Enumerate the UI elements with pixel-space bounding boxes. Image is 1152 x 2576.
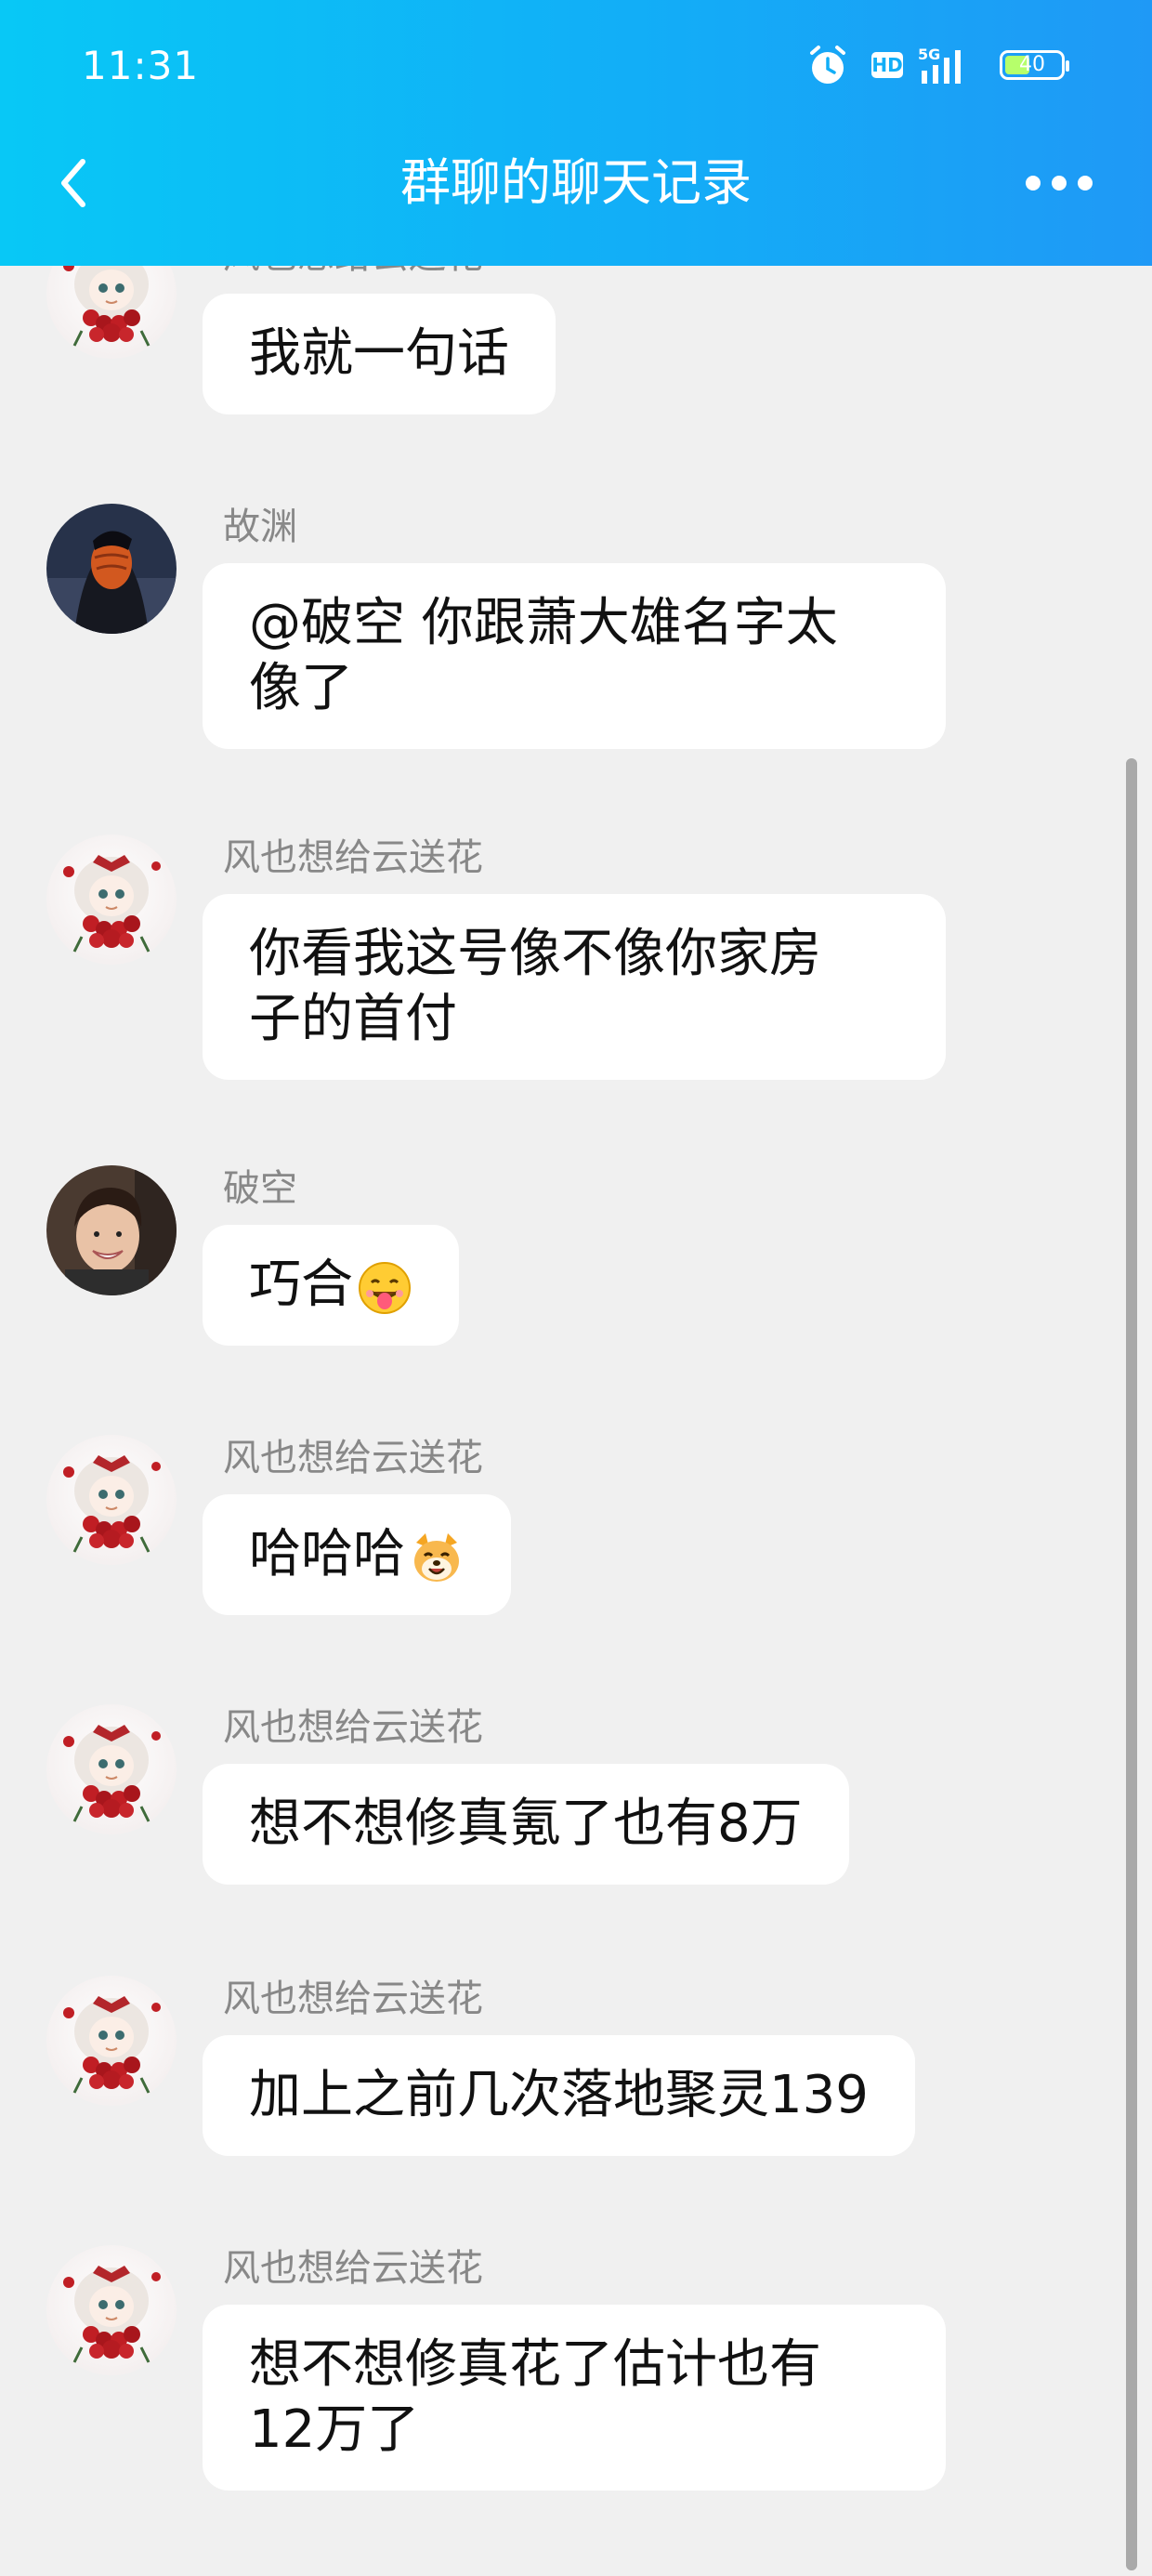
message-bubble[interactable]: 加上之前几次落地聚灵139 bbox=[203, 2035, 915, 2156]
chat-history[interactable]: 风也想给云送花 我就一句话 故渊 @破空 你跟萧大雄名字太 像了 风也想给云送花… bbox=[0, 266, 1152, 2576]
sender-name: 风也想给云送花 bbox=[223, 1978, 483, 2020]
avatar[interactable] bbox=[46, 504, 177, 634]
battery-icon: 40 bbox=[1000, 50, 1069, 80]
alarm-icon bbox=[810, 46, 845, 84]
message-bubble[interactable]: @破空 你跟萧大雄名字太 像了 bbox=[203, 563, 946, 749]
app-header: 11:31 HD 5G 40 群聊的聊天记录 bbox=[0, 0, 1152, 266]
avatar[interactable] bbox=[46, 1165, 177, 1295]
message-bubble[interactable]: 想不想修真氪了也有8万 bbox=[203, 1764, 849, 1885]
scrollbar-thumb[interactable] bbox=[1126, 758, 1137, 2570]
sender-name: 风也想给云送花 bbox=[223, 1437, 483, 1479]
message-bubble[interactable]: 想不想修真花了估计也有 12万了 bbox=[203, 2305, 946, 2491]
avatar[interactable] bbox=[46, 1704, 177, 1834]
avatar[interactable] bbox=[46, 266, 177, 359]
battery-level: 40 bbox=[1019, 53, 1045, 76]
sender-name: 破空 bbox=[223, 1167, 297, 1210]
message-bubble[interactable]: 我就一句话 bbox=[203, 294, 556, 414]
message-bubble[interactable]: 巧合 bbox=[203, 1225, 459, 1346]
signal-icon: 5G bbox=[918, 46, 961, 84]
more-dots-icon[interactable] bbox=[1024, 169, 1094, 197]
sender-name: 风也想给云送花 bbox=[223, 1706, 483, 1749]
message-text: 巧合 bbox=[249, 1255, 353, 1315]
message-text-line: 你看我这号像不像你家房 bbox=[249, 924, 821, 984]
avatar[interactable] bbox=[46, 1435, 177, 1565]
message-text-line: 像了 bbox=[249, 658, 353, 718]
message-text: 我就一句话 bbox=[249, 323, 509, 384]
scrollbar[interactable] bbox=[1126, 758, 1137, 2570]
page-title: 群聊的聊天记录 bbox=[400, 153, 752, 212]
message-text-line: 子的首付 bbox=[249, 989, 457, 1049]
avatar[interactable] bbox=[46, 2245, 177, 2375]
avatar[interactable] bbox=[46, 835, 177, 965]
hd-icon: HD bbox=[871, 52, 903, 78]
dog-laugh-emoji-icon bbox=[412, 1531, 461, 1584]
message-text-line: 想不想修真花了估计也有 bbox=[249, 2334, 821, 2395]
sender-name: 风也想给云送花 bbox=[223, 2247, 483, 2290]
message-text-line: @破空 你跟萧大雄名字太 bbox=[249, 593, 838, 653]
sender-name: 风也想给云送花 bbox=[223, 836, 483, 879]
status-time: 11:31 bbox=[82, 43, 200, 88]
svg-text:5G: 5G bbox=[918, 46, 940, 63]
message-bubble[interactable]: 你看我这号像不像你家房 子的首付 bbox=[203, 894, 946, 1080]
avatar[interactable] bbox=[46, 1976, 177, 2106]
sender-name: 风也想给云送花 bbox=[223, 266, 483, 279]
message-bubble[interactable]: 哈哈哈 bbox=[203, 1494, 511, 1615]
message-text: 哈哈哈 bbox=[249, 1524, 405, 1584]
message-text: 想不想修真氪了也有8万 bbox=[249, 1794, 803, 1854]
message-text: 加上之前几次落地聚灵139 bbox=[249, 2065, 869, 2125]
tongue-face-emoji-icon bbox=[358, 1261, 412, 1315]
message-text-line: 12万了 bbox=[249, 2399, 420, 2460]
sender-name: 故渊 bbox=[223, 506, 297, 548]
